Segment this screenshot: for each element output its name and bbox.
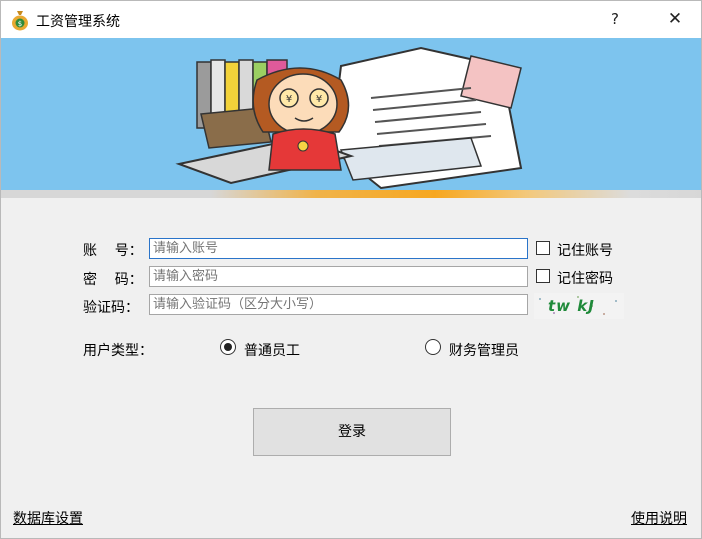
user-type-label: 用户类型：	[83, 343, 153, 359]
radio-selected-dot	[224, 343, 232, 351]
radio-finance-admin[interactable]	[425, 339, 441, 355]
svg-text:$: $	[18, 20, 22, 28]
help-button[interactable]: ?	[597, 1, 633, 38]
login-button[interactable]: 登录	[253, 408, 451, 456]
banner-accent-strip	[1, 190, 701, 198]
database-settings-link[interactable]: 数据库设置	[13, 508, 83, 528]
close-button[interactable]: ✕	[649, 1, 701, 38]
captcha-label: 验证码：	[83, 300, 139, 316]
money-bag-icon: $	[12, 11, 28, 31]
password-input[interactable]	[149, 266, 528, 287]
accountant-illustration: ¥ ¥	[175, 46, 523, 190]
help-link[interactable]: 使用说明	[631, 508, 687, 528]
login-window: $ 工资管理系统 ? ✕ ¥ ¥ 账 号： 请输入账号 记住账号 密 码： 请输…	[0, 0, 702, 539]
remember-password-checkbox[interactable]	[536, 269, 550, 283]
captcha-text: tw kJ	[548, 297, 595, 315]
password-label: 密 码：	[83, 272, 143, 288]
captcha-input[interactable]	[149, 294, 528, 315]
remember-account-label: 记住账号	[557, 243, 613, 259]
radio-employee-label[interactable]: 普通员工	[244, 340, 300, 360]
account-input[interactable]	[149, 238, 528, 259]
svg-text:¥: ¥	[316, 94, 322, 105]
svg-text:¥: ¥	[286, 94, 292, 105]
window-title: 工资管理系统	[36, 14, 120, 30]
remember-password-label: 记住密码	[557, 271, 613, 287]
account-label: 账 号：	[83, 243, 143, 259]
banner-illustration: ¥ ¥	[1, 38, 701, 190]
captcha-image[interactable]: tw kJ	[534, 293, 624, 319]
title-bar[interactable]: $ 工资管理系统 ? ✕	[1, 1, 701, 38]
remember-account-checkbox[interactable]	[536, 241, 550, 255]
radio-employee[interactable]	[220, 339, 236, 355]
radio-finance-admin-label[interactable]: 财务管理员	[449, 340, 519, 360]
